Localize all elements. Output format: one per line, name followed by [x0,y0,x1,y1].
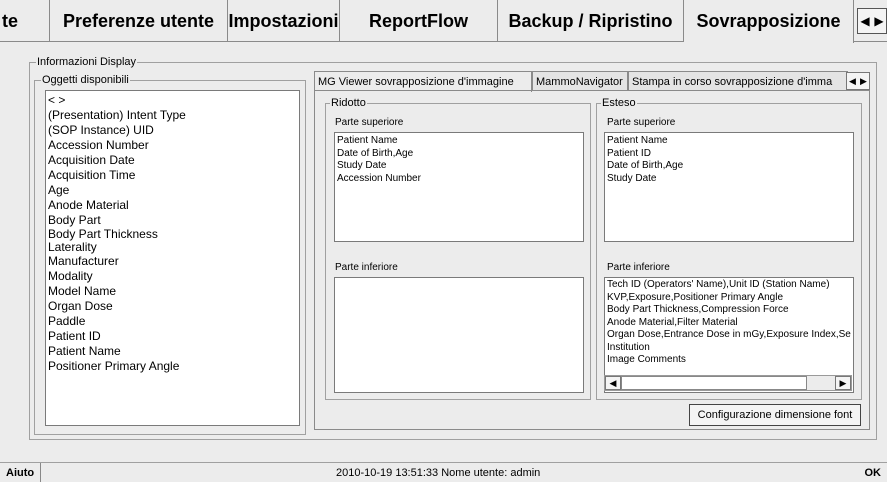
extended-bottom-label: Parte inferiore [607,262,670,273]
list-item[interactable]: Study Date [605,173,853,186]
status-bar: Aiuto 2010-10-19 13:51:33 Nome utente: a… [0,462,887,482]
list-item[interactable]: Date of Birth,Age [605,160,853,173]
list-item[interactable]: Organ Dose,Entrance Dose in mGy,Exposure… [605,329,853,342]
extended-legend: Esteso [601,96,637,110]
list-item[interactable]: Organ Dose [46,299,299,314]
reduced-top-label: Parte superiore [335,117,404,128]
help-button[interactable]: Aiuto [0,463,42,482]
list-item[interactable]: Body Part Thickness [46,228,299,241]
scrollbar-thumb[interactable] [621,376,807,390]
scroll-left-icon[interactable]: ◀ [605,376,621,390]
scroll-left-icon[interactable]: ◀ [847,73,858,89]
list-item[interactable]: KVP,Exposure,Positioner Primary Angle [605,292,853,305]
list-item[interactable]: Study Date [335,160,583,173]
available-objects-list[interactable]: < > (Presentation) Intent Type (SOP Inst… [45,90,300,426]
tab-mammonavigator[interactable]: MammoNavigator [532,71,628,91]
top-tab-strip: te Preferenze utente Impostazioni Report… [0,0,887,43]
list-item[interactable]: Positioner Primary Angle [46,359,299,374]
tab-settings[interactable]: Impostazioni [228,0,340,42]
font-size-config-button[interactable]: Configurazione dimensione font [689,404,861,426]
tab-print-overlay[interactable]: Stampa in corso sovrapposizione d'imma [628,71,848,91]
ok-button[interactable]: OK [865,463,882,482]
status-datetime: 2010-10-19 13:51:33 [336,467,439,479]
tab-overlay[interactable]: Sovrapposizione [684,0,854,43]
tab-backup-restore[interactable]: Backup / Ripristino [498,0,684,42]
status-user-name: admin [510,467,541,479]
list-item[interactable]: (Presentation) Intent Type [46,108,299,123]
tab-partial[interactable]: te [0,0,50,42]
list-item[interactable]: Modality [46,269,299,284]
list-item[interactable]: Anode Material [46,198,299,213]
top-tab-scroll: ◀ ▶ [857,8,887,34]
list-item[interactable]: Accession Number [335,173,583,186]
list-item[interactable]: Acquisition Date [46,153,299,168]
list-item[interactable]: Body Part Thickness,Compression Force [605,304,853,317]
tab-user-preferences[interactable]: Preferenze utente [50,0,228,42]
list-item[interactable]: Accession Number [46,138,299,153]
list-item[interactable]: Patient Name [46,344,299,359]
list-item[interactable]: Image Comments [605,354,853,367]
extended-top-label: Parte superiore [607,117,676,128]
list-item[interactable]: Body Part [46,213,299,228]
list-item[interactable]: Anode Material,Filter Material [605,317,853,330]
list-item[interactable]: Patient Name [605,135,853,148]
list-item[interactable]: Patient ID [605,148,853,161]
list-item[interactable]: Manufacturer [46,254,299,269]
reduced-bottom-list[interactable] [334,277,584,393]
status-info: 2010-10-19 13:51:33 Nome utente: admin [336,463,540,482]
list-item[interactable]: Laterality [46,241,299,254]
scroll-left-icon[interactable]: ◀ [858,9,872,33]
list-item[interactable]: Model Name [46,284,299,299]
overlay-tab-strip: MG Viewer sovrapposizione d'immagine Mam… [314,71,870,92]
scroll-right-icon[interactable]: ▶ [858,73,869,89]
display-info-legend: Informazioni Display [36,55,138,69]
reduced-legend: Ridotto [330,96,367,110]
extended-horizontal-scrollbar[interactable]: ◀ ▶ [604,375,852,391]
tab-reportflow[interactable]: ReportFlow [340,0,498,42]
list-item[interactable]: Paddle [46,314,299,329]
scroll-right-icon[interactable]: ▶ [872,9,886,33]
inner-tab-scroll: ◀ ▶ [846,72,870,90]
list-item[interactable]: Date of Birth,Age [335,148,583,161]
status-user-label: Nome utente: [441,467,508,479]
list-item[interactable]: Age [46,183,299,198]
list-item[interactable]: Institution [605,342,853,355]
list-item[interactable]: Patient ID [46,329,299,344]
list-item[interactable]: Patient Name [335,135,583,148]
reduced-bottom-label: Parte inferiore [335,262,398,273]
list-item[interactable]: (SOP Instance) UID [46,123,299,138]
scroll-right-icon[interactable]: ▶ [835,376,851,390]
list-item[interactable]: Acquisition Time [46,168,299,183]
list-item[interactable]: < > [46,93,299,108]
list-item[interactable]: Tech ID (Operators' Name),Unit ID (Stati… [605,279,853,292]
tab-mg-viewer-overlay[interactable]: MG Viewer sovrapposizione d'immagine [314,71,532,92]
reduced-top-list[interactable]: Patient Name Date of Birth,Age Study Dat… [334,132,584,242]
available-objects-legend: Oggetti disponibili [41,73,130,87]
extended-top-list[interactable]: Patient Name Patient ID Date of Birth,Ag… [604,132,854,242]
